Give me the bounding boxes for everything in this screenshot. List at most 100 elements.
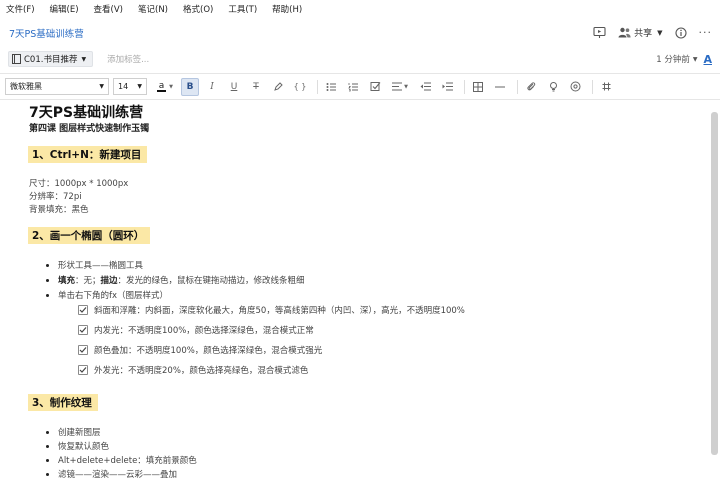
checklist-item: 内发光：不透明度100%，颜色选择深绿色，混合模式正常 — [78, 324, 314, 336]
caret-down-icon: ▼ — [692, 55, 698, 63]
section-heading-2: 2、画一个椭圆（圆环） — [28, 227, 151, 244]
insert-image-button[interactable] — [544, 78, 562, 96]
menu-bar: 文件(F) 编辑(E) 查看(V) 笔记(N) 格式(O) 工具(T) 帮助(H… — [0, 0, 720, 18]
bullet-icon — [46, 444, 49, 448]
numbered-list-button[interactable] — [344, 78, 362, 96]
outdent-button[interactable] — [416, 78, 434, 96]
indent-button[interactable] — [438, 78, 456, 96]
checklist-item: 颜色叠加：不透明度100%，颜色选择深绿色，混合模式强光 — [78, 344, 322, 356]
paragraph-resolution: 分辨率：72pi — [29, 192, 82, 202]
bold-button[interactable]: B — [181, 77, 199, 96]
menu-help[interactable]: 帮助(H) — [272, 3, 302, 15]
menu-format[interactable]: 格式(O) — [183, 3, 213, 15]
highlighter-icon — [273, 82, 283, 91]
list-item: 填充 ：无； 描边 ：发光的绿色，鼠标在键拖动描边，修改线条粗细 — [46, 274, 305, 286]
bullet-icon — [46, 472, 49, 476]
text-color-icon: a — [157, 80, 167, 92]
share-label: 共享 — [634, 29, 653, 39]
edit-time[interactable]: 1 分钟前 ▼ — [656, 53, 697, 65]
command-icon — [602, 82, 610, 91]
checkmark-icon — [79, 367, 87, 373]
editor-scrollbar[interactable] — [711, 112, 718, 455]
users-icon — [618, 27, 631, 38]
bulleted-list-button[interactable] — [322, 78, 340, 96]
chevron-down-icon: ▼ — [657, 28, 663, 37]
toolbar-divider — [317, 79, 318, 94]
caret-down-icon: ▼ — [81, 55, 87, 63]
notebook-label: C01.书目推荐 — [24, 55, 78, 65]
checklist-item: 外发光：不透明度20%，颜色选择亮绿色，混合模式滤色 — [78, 364, 308, 376]
list-item: 恢复默认颜色 — [46, 440, 109, 452]
horizontal-rule-button[interactable] — [491, 78, 509, 96]
notebook-tag-bar: C01.书目推荐 ▼ 添加标签... 1 分钟前 ▼ A — [0, 47, 720, 71]
bullet-icon — [46, 293, 49, 297]
notebook-icon — [12, 54, 21, 64]
checkmark-icon — [79, 327, 87, 333]
code-button[interactable]: { } — [291, 78, 309, 96]
list-item: 滤镜——渲染——云彩——叠加 — [46, 468, 177, 480]
bullet-icon — [46, 430, 49, 434]
underline-button[interactable]: U — [225, 78, 243, 96]
note-editor[interactable]: 7天PS基础训练营 第四课 图层样式快速制作玉镯 1、Ctrl+N：新建项目 尺… — [0, 100, 708, 489]
link-icon — [570, 81, 580, 92]
attachment-button[interactable] — [522, 78, 540, 96]
doc-title: 7天PS基础训练营 — [29, 105, 144, 121]
info-icon[interactable] — [674, 26, 687, 39]
checkbox-button[interactable] — [366, 78, 384, 96]
lightbulb-icon — [549, 82, 557, 92]
note-title[interactable]: 7天PS基础训练营 — [9, 26, 84, 40]
table-icon — [473, 81, 483, 92]
table-button[interactable] — [469, 78, 487, 96]
strikethrough-button[interactable]: T — [247, 78, 265, 96]
italic-button[interactable]: I — [203, 78, 221, 96]
font-style-icon[interactable]: A — [703, 53, 712, 66]
bullet-icon — [46, 263, 49, 267]
checkbox-checked[interactable] — [78, 325, 88, 335]
checkmark-icon — [79, 347, 87, 353]
doc-subtitle: 第四课 图层样式快速制作玉镯 — [29, 124, 150, 134]
paperclip-icon — [527, 82, 536, 91]
menu-note[interactable]: 笔记(N) — [138, 3, 168, 15]
text-color-button[interactable]: a ▼ — [153, 78, 177, 96]
list-item: 形状工具——椭圆工具 — [46, 259, 143, 271]
format-toolbar: 微软雅黑 ▼ 14 ▼ a ▼ B I U T { } ▼ — [0, 73, 720, 100]
align-button[interactable]: ▼ — [388, 78, 412, 96]
bullet-list-icon — [326, 82, 336, 91]
list-item: 创建新图层 — [46, 426, 101, 438]
menu-edit[interactable]: 编辑(E) — [50, 3, 79, 15]
edit-time-label: 1 分钟前 — [656, 55, 690, 65]
toolbar-divider — [517, 79, 518, 94]
checklist-item: 斜面和浮雕：内斜面，深度软化最大，角度50，等高线第四种（内凹、深），高光，不透… — [78, 304, 465, 316]
note-title-bar: 7天PS基础训练营 共享 ▼ ··· — [0, 18, 720, 47]
bullet-icon — [46, 458, 49, 462]
checkbox-checked[interactable] — [78, 345, 88, 355]
font-size-value: 14 — [118, 82, 129, 91]
format-painter-button[interactable] — [597, 78, 615, 96]
outdent-icon — [420, 82, 431, 91]
list-item: Alt+delete+delete：填充前景颜色 — [46, 454, 197, 466]
insert-link-button[interactable] — [566, 78, 584, 96]
checkbox-checked[interactable] — [78, 365, 88, 375]
checkbox-checked[interactable] — [78, 305, 88, 315]
caret-down-icon: ▼ — [99, 83, 104, 90]
notebook-selector[interactable]: C01.书目推荐 ▼ — [8, 51, 94, 67]
font-family-select[interactable]: 微软雅黑 ▼ — [5, 78, 109, 95]
tag-input[interactable]: 添加标签... — [107, 53, 149, 65]
bullet-icon — [46, 278, 49, 282]
caret-down-icon: ▼ — [169, 83, 173, 90]
menu-tools[interactable]: 工具(T) — [228, 3, 257, 15]
share-button[interactable]: 共享 ▼ — [618, 26, 663, 39]
menu-view[interactable]: 查看(V) — [94, 3, 123, 15]
paragraph-size: 尺寸：1000px * 1000px — [29, 179, 129, 189]
present-icon[interactable] — [593, 26, 606, 39]
section-heading-1: 1、Ctrl+N：新建项目 — [28, 146, 148, 163]
indent-icon — [442, 82, 453, 91]
highlight-button[interactable] — [269, 78, 287, 96]
font-family-value: 微软雅黑 — [10, 82, 42, 91]
menu-file[interactable]: 文件(F) — [6, 3, 35, 15]
more-icon[interactable]: ··· — [699, 26, 713, 39]
numbered-list-icon — [347, 82, 358, 91]
font-size-select[interactable]: 14 ▼ — [113, 78, 147, 95]
align-left-icon — [392, 82, 403, 91]
caret-down-icon: ▼ — [137, 83, 142, 90]
